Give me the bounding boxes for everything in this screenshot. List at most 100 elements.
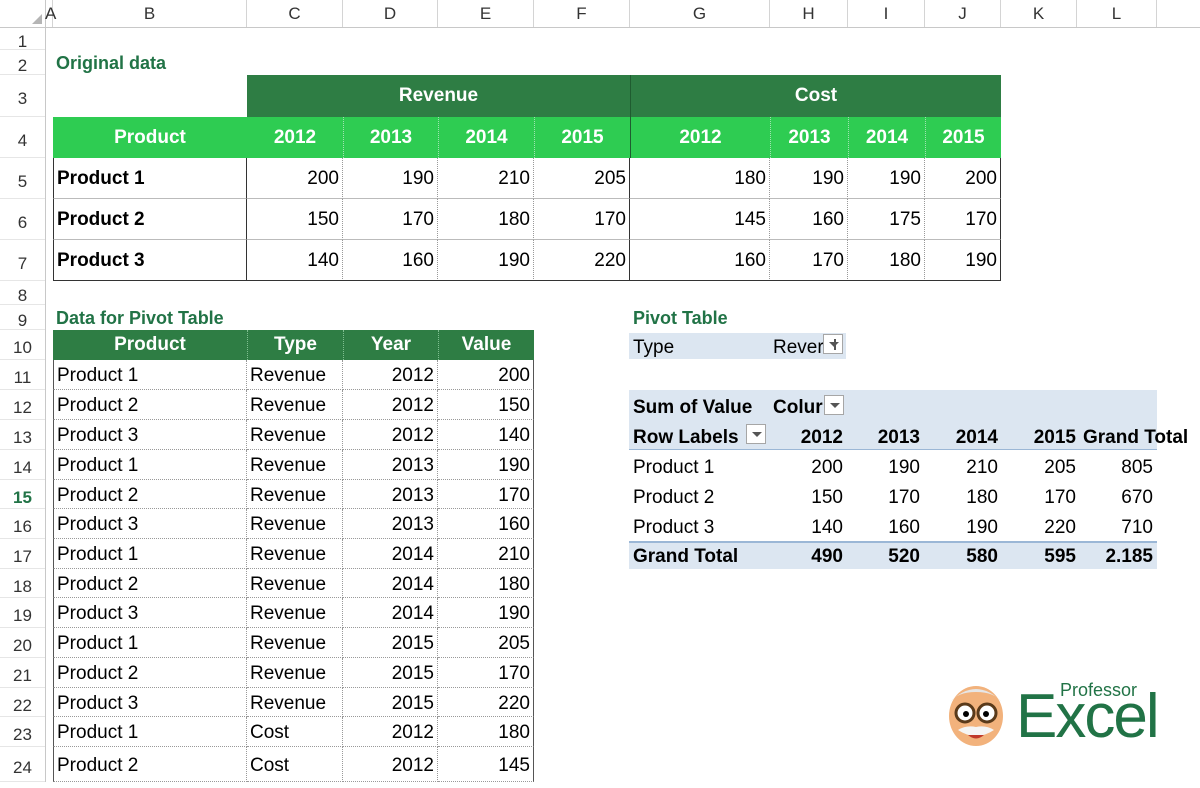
pivot-source-cell: Revenue bbox=[247, 450, 343, 480]
row-header-10[interactable]: 10 bbox=[0, 330, 45, 360]
column-header-k[interactable]: K bbox=[1001, 0, 1077, 27]
pivot-grand-total-label: Grand Total bbox=[633, 546, 739, 567]
filter-funnel-icon[interactable] bbox=[823, 334, 843, 354]
row-header-13[interactable]: 13 bbox=[0, 420, 45, 450]
pivot-source-cell: Product 2 bbox=[53, 747, 247, 782]
row-labels-dropdown-icon[interactable] bbox=[746, 424, 766, 444]
column-labels-dropdown-icon[interactable] bbox=[824, 395, 844, 415]
pivot-source-cell: Product 1 bbox=[53, 628, 247, 658]
pivot-filter-label: Type bbox=[633, 337, 675, 358]
row-header-23[interactable]: 23 bbox=[0, 717, 45, 747]
pivot-value-cell: 140 bbox=[811, 517, 843, 538]
pivot-row-label: Product 2 bbox=[633, 487, 715, 508]
pivot-source-cell: 2012 bbox=[343, 747, 438, 782]
row-header-5[interactable]: 5 bbox=[0, 158, 45, 199]
year-header-2014: 2014 bbox=[438, 117, 534, 158]
pivot-source-cell: Product 3 bbox=[53, 688, 247, 717]
row-header-15[interactable]: 15 bbox=[0, 480, 45, 509]
row-header-6[interactable]: 6 bbox=[0, 199, 45, 240]
original-value-cell: 190 bbox=[848, 158, 925, 199]
pivot-source-cell: Revenue bbox=[247, 539, 343, 569]
column-header-e[interactable]: E bbox=[438, 0, 534, 27]
row-header-20[interactable]: 20 bbox=[0, 628, 45, 658]
pivot-source-cell: Product 3 bbox=[53, 598, 247, 628]
row-header-8[interactable]: 8 bbox=[0, 281, 45, 305]
row-header-3[interactable]: 3 bbox=[0, 75, 45, 117]
row-header-7[interactable]: 7 bbox=[0, 240, 45, 281]
pivot-value-cell: 150 bbox=[811, 487, 843, 508]
original-value-cell: 160 bbox=[770, 199, 848, 240]
row-header-2[interactable]: 2 bbox=[0, 50, 45, 75]
pivot-source-cell: Revenue bbox=[247, 688, 343, 717]
pivot-grand-total-cell: 520 bbox=[888, 546, 920, 567]
row-header-9[interactable]: 9 bbox=[0, 305, 45, 330]
row-header-4[interactable]: 4 bbox=[0, 117, 45, 158]
column-header-h[interactable]: H bbox=[770, 0, 848, 27]
pivot-value-cell: 180 bbox=[966, 487, 998, 508]
pivot-source-cell: 2012 bbox=[343, 360, 438, 390]
pivot-source-cell: 2014 bbox=[343, 598, 438, 628]
original-row-label: Product 3 bbox=[53, 240, 247, 281]
column-header-c[interactable]: C bbox=[247, 0, 343, 27]
row-header-17[interactable]: 17 bbox=[0, 539, 45, 569]
pivot-source-cell: 150 bbox=[438, 390, 534, 420]
column-header-a[interactable]: A bbox=[45, 0, 56, 27]
pivot-source-cell: Product 1 bbox=[53, 717, 247, 747]
column-header-d[interactable]: D bbox=[343, 0, 438, 27]
pivot-source-cell: Product 3 bbox=[53, 420, 247, 450]
pivot-source-cell: 2015 bbox=[343, 658, 438, 688]
column-header-g[interactable]: G bbox=[630, 0, 770, 27]
pivot-grand-total-cell: 580 bbox=[966, 546, 998, 567]
pivot-row-total: 670 bbox=[1121, 487, 1153, 508]
pivot-source-cell: 170 bbox=[438, 658, 534, 688]
pivot-source-cell: Product 2 bbox=[53, 569, 247, 598]
pivot-source-cell: Revenue bbox=[247, 509, 343, 539]
column-header-i[interactable]: I bbox=[848, 0, 925, 27]
pivot-sum-label: Sum of Value bbox=[633, 397, 753, 418]
pivot-value-cell: 200 bbox=[811, 457, 843, 478]
professor-face-icon bbox=[949, 686, 1003, 746]
row-header-1[interactable]: 1 bbox=[0, 27, 45, 51]
column-header-b[interactable]: B bbox=[53, 0, 247, 27]
pivot-grand-total-cell: 490 bbox=[811, 546, 843, 567]
column-header-l[interactable]: L bbox=[1077, 0, 1157, 27]
year-header-2013: 2013 bbox=[770, 117, 848, 158]
row-header-11[interactable]: 11 bbox=[0, 360, 45, 390]
pivot-grand-total-header: Grand Total bbox=[1083, 427, 1189, 448]
pivot-source-cell: 190 bbox=[438, 450, 534, 480]
pivot-source-cell: Revenue bbox=[247, 360, 343, 390]
row-header-22[interactable]: 22 bbox=[0, 688, 45, 717]
pivot-source-cell: 2013 bbox=[343, 480, 438, 509]
pivot-source-cell: Revenue bbox=[247, 598, 343, 628]
original-value-cell: 190 bbox=[438, 240, 534, 281]
pivot-year-header-2014: 2014 bbox=[955, 427, 998, 448]
pivot-row-labels: Row Labels bbox=[633, 427, 739, 448]
row-header-21[interactable]: 21 bbox=[0, 658, 45, 688]
row-header-24[interactable]: 24 bbox=[0, 747, 45, 782]
original-value-cell: 180 bbox=[848, 240, 925, 281]
row-header-19[interactable]: 19 bbox=[0, 598, 45, 628]
pivot-source-cell: 205 bbox=[438, 628, 534, 658]
pivot-source-cell: 170 bbox=[438, 480, 534, 509]
row-header-18[interactable]: 18 bbox=[0, 569, 45, 598]
pivot-source-header-type: Type bbox=[247, 330, 343, 360]
select-all-corner[interactable] bbox=[0, 0, 46, 27]
pivot-filter-value: Rever bbox=[773, 337, 824, 358]
column-header-f[interactable]: F bbox=[534, 0, 630, 27]
row-header-12[interactable]: 12 bbox=[0, 390, 45, 420]
original-value-cell: 205 bbox=[534, 158, 630, 199]
row-header-14[interactable]: 14 bbox=[0, 450, 45, 480]
pivot-data-title: Data for Pivot Table bbox=[56, 308, 224, 328]
cost-header: Cost bbox=[630, 75, 1001, 117]
pivot-source-cell: Product 2 bbox=[53, 390, 247, 420]
year-header-2012: 2012 bbox=[247, 117, 343, 158]
row-header-16[interactable]: 16 bbox=[0, 509, 45, 539]
original-value-cell: 180 bbox=[630, 158, 770, 199]
pivot-source-cell: 2013 bbox=[343, 450, 438, 480]
column-header-j[interactable]: J bbox=[925, 0, 1001, 27]
logo-big-text: Excel bbox=[1016, 682, 1160, 751]
pivot-source-cell: 210 bbox=[438, 539, 534, 569]
pivot-value-cell: 190 bbox=[888, 457, 920, 478]
pivot-source-header-year: Year bbox=[343, 330, 438, 360]
pivot-source-cell: 2012 bbox=[343, 717, 438, 747]
